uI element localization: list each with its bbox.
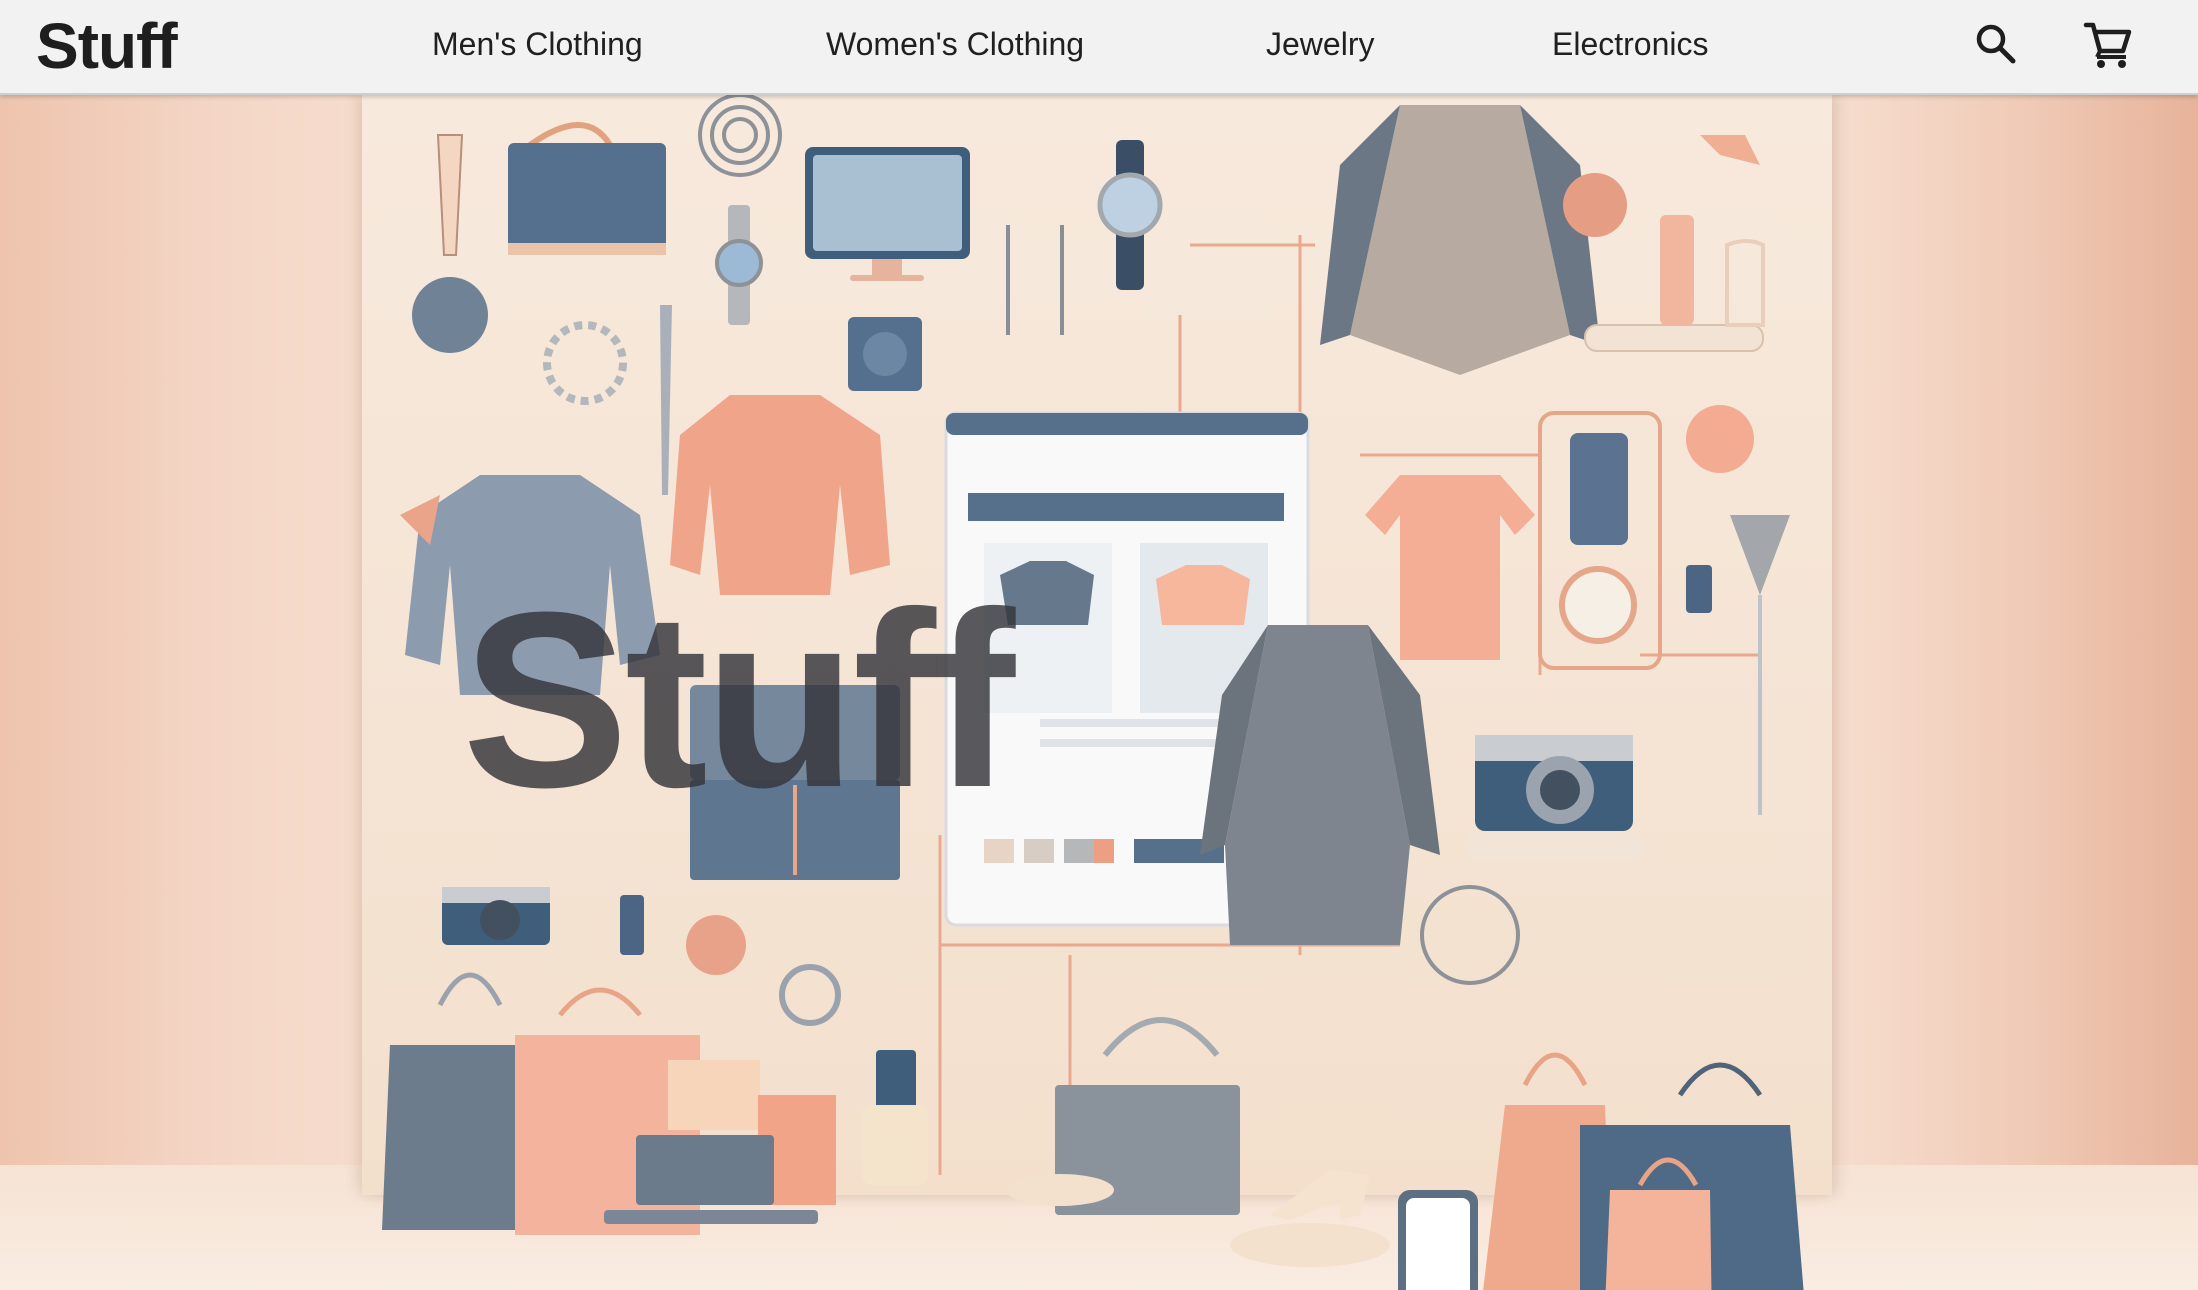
wrist-watch-right <box>1097 140 1163 290</box>
nav-link-mens-clothing[interactable]: Men's Clothing <box>432 24 643 64</box>
ring-ornament <box>779 964 841 1026</box>
cart-button[interactable] <box>2080 16 2136 72</box>
nav-link-electronics[interactable]: Electronics <box>1552 24 1709 64</box>
handbag-slate-top <box>508 122 666 255</box>
lipstick-slate <box>1686 565 1712 613</box>
search-icon <box>1976 24 2016 64</box>
high-heel-cream <box>1270 1170 1370 1220</box>
pedestal-right <box>1230 1223 1390 1267</box>
pedestal-left <box>1006 1174 1114 1206</box>
perfume-shelf <box>1584 215 1765 352</box>
high-heel-peach <box>1700 135 1760 165</box>
decor-sphere-peach <box>1686 405 1754 473</box>
hero-title: Stuff <box>462 560 1015 839</box>
hero-illustration <box>382 95 1804 1290</box>
wrist-watch-left <box>715 205 763 325</box>
decor-fan <box>1730 515 1790 595</box>
hero-banner: Stuff <box>0 95 2198 1290</box>
tshirt-peach <box>1365 475 1535 660</box>
blazer-beige <box>1320 105 1600 375</box>
spiral-ornament-right <box>1420 885 1520 985</box>
search-button[interactable] <box>1968 16 2024 72</box>
camera-right <box>1465 735 1645 859</box>
decor-stick <box>436 134 464 256</box>
phone-slate-small <box>862 1050 928 1185</box>
spiral-ornament <box>698 95 782 177</box>
coral-decor-left <box>686 915 746 975</box>
cart-icon <box>2083 22 2132 68</box>
site-logo[interactable]: Stuff <box>36 8 178 84</box>
smartphone-white <box>1398 1190 1478 1290</box>
bead-bracelet <box>543 321 627 405</box>
camera-left <box>442 887 550 945</box>
monitor-device <box>805 147 970 281</box>
coral-decor <box>1563 173 1627 237</box>
nav-link-jewelry[interactable]: Jewelry <box>1266 24 1374 64</box>
decor-sphere <box>412 277 488 353</box>
square-gadget <box>848 317 922 391</box>
lipstick-left <box>620 895 644 955</box>
decor-feather <box>660 305 672 495</box>
earrings <box>1006 225 1064 335</box>
top-navbar: Stuff Men's Clothing Women's Clothing Je… <box>0 0 2198 95</box>
phone-in-frame <box>1538 411 1662 670</box>
nav-link-womens-clothing[interactable]: Women's Clothing <box>826 24 1084 64</box>
shopping-bag-slate-left <box>382 972 538 1230</box>
